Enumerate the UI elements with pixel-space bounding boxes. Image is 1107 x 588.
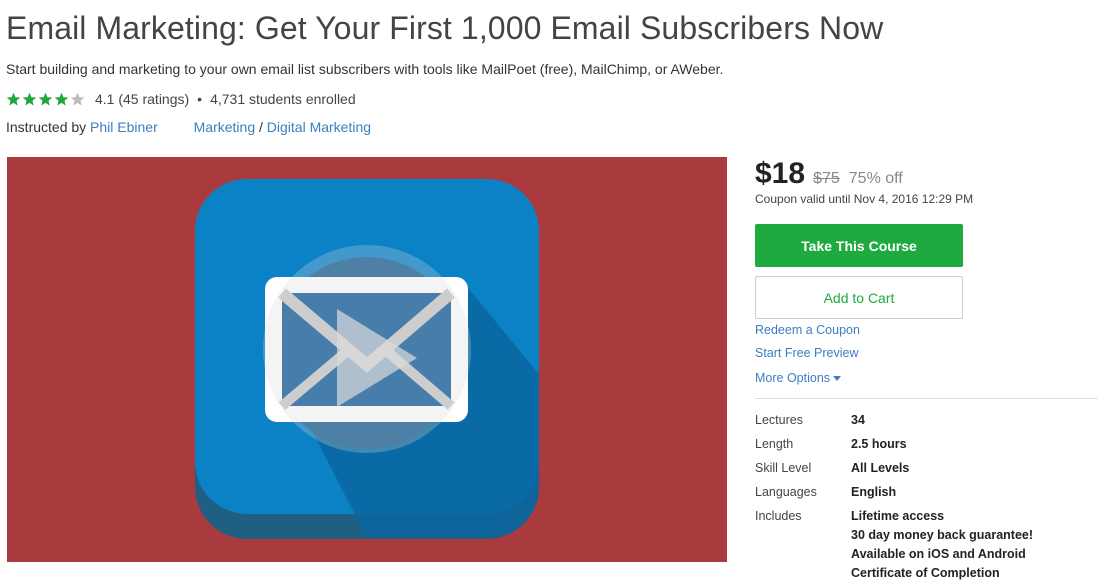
detail-value-line: Certificate of Completion <box>851 566 1000 580</box>
caret-down-icon <box>833 376 842 382</box>
star-icon <box>54 92 69 105</box>
take-course-button[interactable]: Take This Course <box>755 224 963 267</box>
redeem-coupon-link[interactable]: Redeem a Coupon <box>755 323 860 337</box>
email-play-icon <box>195 179 539 539</box>
rating-text: 4.1 (45 ratings) <box>95 91 190 107</box>
star-icon <box>38 92 53 105</box>
current-price: $18 <box>755 157 806 190</box>
detail-row-skill-level: Skill Level All Levels <box>755 459 1100 478</box>
detail-value-line: 34 <box>851 413 865 427</box>
detail-value-line: English <box>851 485 897 499</box>
star-empty-icon <box>70 92 85 105</box>
instructor-link[interactable]: Phil Ebiner <box>90 119 158 135</box>
detail-value-line: All Levels <box>851 461 910 475</box>
detail-row-includes: Includes Lifetime access 30 day money ba… <box>755 507 1100 583</box>
category-link-digital-marketing[interactable]: Digital Marketing <box>267 119 371 135</box>
course-preview-image[interactable] <box>7 157 727 562</box>
detail-value-line: 30 day money back guarantee! <box>851 528 1034 542</box>
detail-value: Lifetime access 30 day money back guaran… <box>851 507 1033 583</box>
more-options-label: More Options <box>755 371 831 385</box>
detail-value-line: 2.5 hours <box>851 437 907 451</box>
detail-label: Languages <box>755 485 817 499</box>
detail-label: Lectures <box>755 413 803 427</box>
course-title: Email Marketing: Get Your First 1,000 Em… <box>6 10 884 46</box>
detail-label: Length <box>755 437 794 451</box>
detail-value: 2.5 hours <box>851 435 907 454</box>
price-row: $18 $75 75% off <box>755 157 1100 191</box>
detail-value: All Levels <box>851 459 909 478</box>
detail-value: English <box>851 483 896 502</box>
instructor-prefix: Instructed by <box>6 119 87 135</box>
course-subtitle: Start building and marketing to your own… <box>6 61 724 77</box>
detail-value-line: Available on iOS and Android <box>851 547 1026 561</box>
discount-label: 75% off <box>848 170 903 187</box>
detail-row-length: Length 2.5 hours <box>755 435 1100 454</box>
add-to-cart-button[interactable]: Add to Cart <box>755 276 963 319</box>
detail-value-line: Lifetime access <box>851 509 945 523</box>
divider <box>755 398 1098 399</box>
detail-row-lectures: Lectures 34 <box>755 411 1100 430</box>
original-price: $75 <box>813 170 840 187</box>
category-separator: / <box>259 119 263 135</box>
detail-value: 34 <box>851 411 865 430</box>
more-options-dropdown[interactable]: More Options <box>755 371 842 385</box>
instructor-row: Instructed by Phil Ebiner Marketing / Di… <box>6 119 371 135</box>
star-icon <box>22 92 37 105</box>
enrolled-count: 4,731 students enrolled <box>210 91 356 107</box>
course-details: Lectures 34 Length 2.5 hours Skill Level… <box>755 411 1100 588</box>
star-icon <box>6 92 21 105</box>
detail-label: Includes <box>755 509 802 523</box>
detail-row-languages: Languages English <box>755 483 1100 502</box>
rating-separator: • <box>197 91 203 107</box>
coupon-validity: Coupon valid until Nov 4, 2016 12:29 PM <box>755 192 974 206</box>
category-link-marketing[interactable]: Marketing <box>194 119 255 135</box>
rating-stars <box>6 92 86 107</box>
rating-row: 4.1 (45 ratings) • 4,731 students enroll… <box>6 89 356 109</box>
free-preview-link[interactable]: Start Free Preview <box>755 346 859 360</box>
detail-label: Skill Level <box>755 461 812 475</box>
purchase-sidebar: $18 $75 75% off Coupon valid until Nov 4… <box>755 157 1100 580</box>
